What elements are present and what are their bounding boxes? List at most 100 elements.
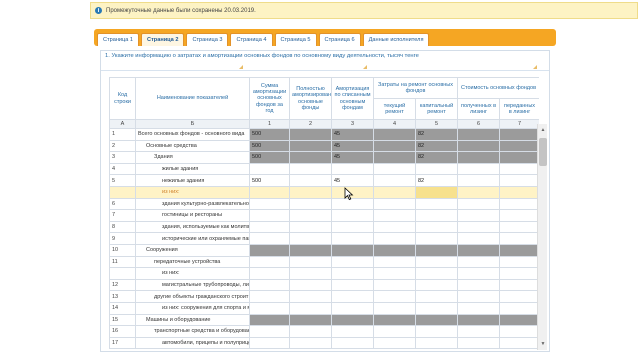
cell-value-received[interactable] xyxy=(457,267,501,280)
cell-amort-sum[interactable] xyxy=(249,220,290,234)
cell-repair-current[interactable] xyxy=(373,162,416,176)
cell-value-transferred[interactable] xyxy=(499,336,539,350)
cell-repair-current[interactable] xyxy=(373,267,416,280)
cell-value-received[interactable] xyxy=(457,290,501,303)
cell-fully-amort[interactable] xyxy=(289,336,332,350)
cell-fully-amort[interactable] xyxy=(289,325,332,338)
cell-repair-capital[interactable] xyxy=(414,325,459,338)
cell-value-transferred[interactable] xyxy=(499,290,539,303)
cell-repair-capital[interactable] xyxy=(414,162,459,176)
cell-value-transferred[interactable] xyxy=(499,209,539,222)
cell-amort-written[interactable] xyxy=(331,220,374,234)
tab-page-1[interactable]: Страница 1 xyxy=(97,33,140,46)
cell-repair-current[interactable] xyxy=(373,278,416,292)
tab-page-2[interactable]: Страница 2 xyxy=(141,33,185,46)
cell-value-transferred[interactable] xyxy=(499,255,539,269)
cell-amort-written[interactable] xyxy=(331,301,374,315)
cell-value-received[interactable] xyxy=(457,197,501,211)
cell-repair-capital[interactable] xyxy=(414,267,459,280)
scroll-down-icon[interactable]: ▼ xyxy=(539,340,547,348)
cell-repair-current[interactable] xyxy=(373,185,416,199)
cell-repair-current[interactable] xyxy=(373,301,416,315)
cell-value-transferred[interactable] xyxy=(499,220,539,234)
cell-value-received[interactable] xyxy=(457,325,501,338)
cell-amort-sum[interactable] xyxy=(249,301,290,315)
scroll-thumb[interactable] xyxy=(539,138,547,166)
cell-amort-written[interactable] xyxy=(331,232,374,245)
cell-value-received[interactable] xyxy=(457,255,501,269)
cell-repair-current[interactable] xyxy=(373,220,416,234)
resize-handle-icon[interactable] xyxy=(363,65,367,69)
cell-amort-sum[interactable] xyxy=(249,197,290,211)
cell-repair-current[interactable] xyxy=(373,255,416,269)
cell-repair-current[interactable] xyxy=(373,209,416,222)
cell-value-received[interactable] xyxy=(457,336,501,350)
cell-amort-sum[interactable] xyxy=(249,278,290,292)
cell-fully-amort[interactable] xyxy=(289,267,332,280)
cell-value-received[interactable] xyxy=(457,174,501,187)
cell-fully-amort[interactable] xyxy=(289,290,332,303)
cell-repair-capital[interactable] xyxy=(414,336,459,350)
cell-value-transferred[interactable] xyxy=(499,162,539,176)
cell-value-received[interactable] xyxy=(457,278,501,292)
cell-amort-sum[interactable] xyxy=(249,209,290,222)
cell-amort-sum[interactable] xyxy=(249,255,290,269)
cell-fully-amort[interactable] xyxy=(289,162,332,176)
cell-amort-written[interactable] xyxy=(331,162,374,176)
cell-repair-capital[interactable] xyxy=(414,255,459,269)
cell-amort-sum[interactable] xyxy=(249,162,290,176)
cell-fully-amort[interactable] xyxy=(289,197,332,211)
cell-amort-sum[interactable] xyxy=(249,325,290,338)
tab-page-4[interactable]: Страница 4 xyxy=(230,33,273,46)
cell-repair-current[interactable] xyxy=(373,325,416,338)
cell-value-received[interactable] xyxy=(457,232,501,245)
cell-value-received[interactable] xyxy=(457,220,501,234)
cell-amort-sum[interactable] xyxy=(249,290,290,303)
cell-amort-sum[interactable]: 500 xyxy=(249,174,290,187)
cell-repair-capital[interactable] xyxy=(414,278,459,292)
cell-repair-capital[interactable] xyxy=(414,220,459,234)
cell-value-transferred[interactable] xyxy=(499,174,539,187)
cell-amort-written[interactable] xyxy=(331,278,374,292)
tab-page-5[interactable]: Страница 5 xyxy=(274,33,317,46)
cell-value-transferred[interactable] xyxy=(499,232,539,245)
resize-handle-icon[interactable] xyxy=(533,65,537,69)
cell-amort-sum[interactable] xyxy=(249,232,290,245)
cell-repair-capital[interactable] xyxy=(414,197,459,211)
cell-value-transferred[interactable] xyxy=(499,267,539,280)
cell-value-transferred[interactable] xyxy=(499,325,539,338)
cell-repair-capital-selected[interactable] xyxy=(414,185,459,199)
cell-amort-written[interactable]: 45 xyxy=(331,174,374,187)
cell-amort-written[interactable] xyxy=(331,267,374,280)
cell-repair-capital[interactable] xyxy=(414,290,459,303)
cell-value-transferred[interactable] xyxy=(499,278,539,292)
cell-repair-current[interactable] xyxy=(373,197,416,211)
cell-repair-capital[interactable] xyxy=(414,301,459,315)
cell-fully-amort[interactable] xyxy=(289,220,332,234)
scroll-up-icon[interactable]: ▲ xyxy=(539,126,547,134)
cell-fully-amort[interactable] xyxy=(289,255,332,269)
cell-value-transferred[interactable] xyxy=(499,197,539,211)
cell-amort-sum[interactable] xyxy=(249,267,290,280)
cell-amort-written[interactable] xyxy=(331,290,374,303)
cell-amort-sum[interactable] xyxy=(249,185,290,199)
tab-page-6[interactable]: Страница 6 xyxy=(318,33,361,46)
cell-value-transferred[interactable] xyxy=(499,185,539,199)
cell-amort-written[interactable] xyxy=(331,325,374,338)
tab-executor-data[interactable]: Данные исполнителя xyxy=(362,33,430,46)
cell-fully-amort[interactable] xyxy=(289,209,332,222)
cell-amort-written[interactable] xyxy=(331,209,374,222)
cell-value-received[interactable] xyxy=(457,209,501,222)
cell-fully-amort[interactable] xyxy=(289,278,332,292)
cell-repair-current[interactable] xyxy=(373,174,416,187)
cell-repair-capital[interactable]: 82 xyxy=(414,174,459,187)
vertical-scrollbar[interactable]: ▲ ▼ xyxy=(537,124,547,350)
cell-value-transferred[interactable] xyxy=(499,301,539,315)
cell-fully-amort[interactable] xyxy=(289,232,332,245)
table-row-selected[interactable]: из них: xyxy=(109,185,539,199)
cell-value-received[interactable] xyxy=(457,162,501,176)
cell-value-received[interactable] xyxy=(457,185,501,199)
cell-repair-current[interactable] xyxy=(373,336,416,350)
cell-amort-sum[interactable] xyxy=(249,336,290,350)
cell-repair-capital[interactable] xyxy=(414,232,459,245)
